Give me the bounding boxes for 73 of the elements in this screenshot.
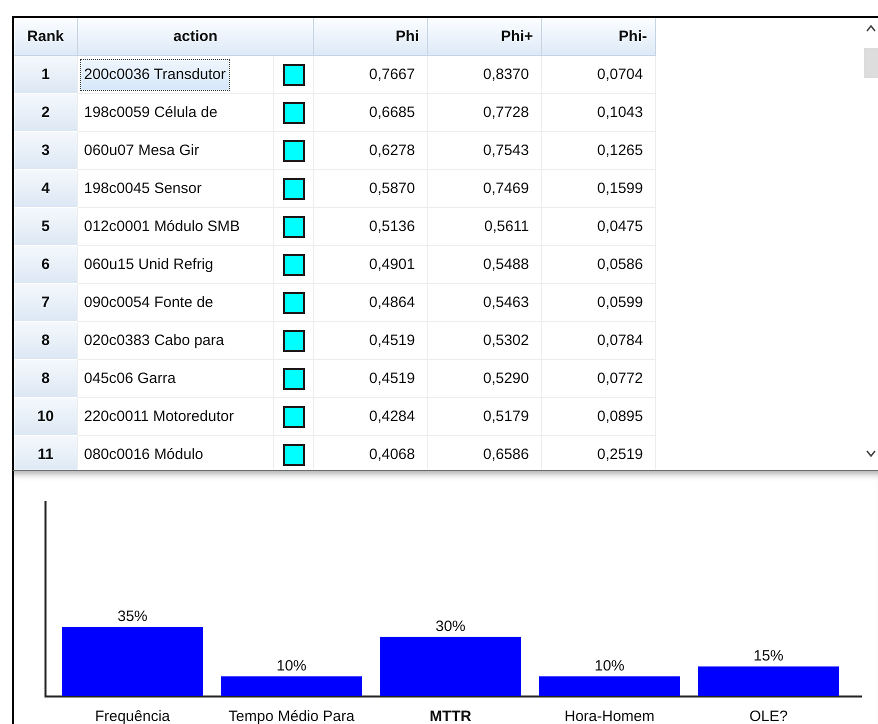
rank-cell: 5 [14,208,78,246]
rank-cell: 10 [14,398,78,436]
table-cell[interactable]: 090c0054 Fonte de [80,286,218,318]
table-cell: 0,5179 [428,398,542,436]
table-cell[interactable]: 200c0036 Transdutor [80,58,230,90]
scroll-up-icon[interactable] [866,24,876,32]
rank-cell: 4 [14,170,78,208]
table-cell: 0,7728 [428,94,542,132]
column-header[interactable]: Phi- [542,18,656,56]
category-label: OLE? [749,708,788,724]
table-cell[interactable]: 080c0016 Módulo [80,438,208,470]
column-header[interactable]: Phi [314,18,428,56]
rank-cell: 3 [14,132,78,170]
column-header[interactable]: Rank [14,18,78,56]
rank-cell: 2 [14,94,78,132]
table-cell: 0,5611 [428,208,542,246]
table-cell: 0,4519 [314,360,428,398]
table-cell[interactable]: 020c0383 Cabo para [80,324,228,356]
table-cell: 0,6685 [314,94,428,132]
category-label: Frequência [94,708,170,724]
table-cell: 0,0475 [542,208,656,246]
bar-value-label: 10% [594,657,625,674]
category-label: Hora-Homem [564,708,654,724]
table-cell: 0,4519 [314,322,428,360]
table-cell: 0,1265 [542,132,656,170]
category-label: MTTR [430,708,472,724]
table-cell[interactable]: 045c06 Garra [80,362,180,394]
table-cell: 0,7469 [428,170,542,208]
rank-cell: 1 [14,56,78,94]
table-cell[interactable]: 220c0011 Motoredutor [80,400,238,432]
table-cell: 0,5136 [314,208,428,246]
table-cell[interactable]: 198c0059 Célula de [80,96,222,128]
rank-cell: 11 [14,436,78,470]
table-cell: 0,4284 [314,398,428,436]
bar-value-label: 35% [117,608,148,626]
table-cell: 0,0599 [542,284,656,322]
table-cell: 0,5870 [314,170,428,208]
table-cell: 0,8370 [428,56,542,94]
scroll-down-icon[interactable] [866,450,876,458]
table-cell: 0,1043 [542,94,656,132]
rank-cell: 8 [14,322,78,360]
table-cell: 0,2519 [542,436,656,470]
table-cell[interactable]: 060u15 Unid Refrig [80,248,218,280]
rank-cell: 6 [14,246,78,284]
table-cell[interactable]: 012c0001 Módulo SMB [80,210,244,242]
table-cell: 0,7543 [428,132,542,170]
bar-value-label: 10% [276,657,307,674]
table-cell: 0,0586 [542,246,656,284]
category-label: Tempo Médio Para [228,708,354,724]
table-cell: 0,4901 [314,246,428,284]
table-cell: 0,4068 [314,436,428,470]
table-cell: 0,0772 [542,360,656,398]
table-cell: 0,6586 [428,436,542,470]
scrollbar-thumb[interactable] [864,48,878,78]
table-cell: 0,1599 [542,170,656,208]
table-cell: 0,5488 [428,246,542,284]
table-cell: 0,6278 [314,132,428,170]
table-cell: 0,0704 [542,56,656,94]
column-header[interactable]: action [78,18,314,56]
rank-cell: 8 [14,360,78,398]
table-cell: 0,5463 [428,284,542,322]
table-cell: 0,0895 [542,398,656,436]
rank-cell: 7 [14,284,78,322]
table-cell: 0,5290 [428,360,542,398]
table-cell[interactable]: 060u07 Mesa Gir [80,134,204,166]
column-header[interactable]: Phi+ [428,18,542,56]
table-cell: 0,5302 [428,322,542,360]
table-cell: 0,4864 [314,284,428,322]
bar-value-label: 15% [753,647,784,664]
table-cell: 0,7667 [314,56,428,94]
table-cell[interactable]: 198c0045 Sensor [80,172,206,204]
table-cell: 0,0784 [542,322,656,360]
bar-value-label: 30% [435,618,466,635]
